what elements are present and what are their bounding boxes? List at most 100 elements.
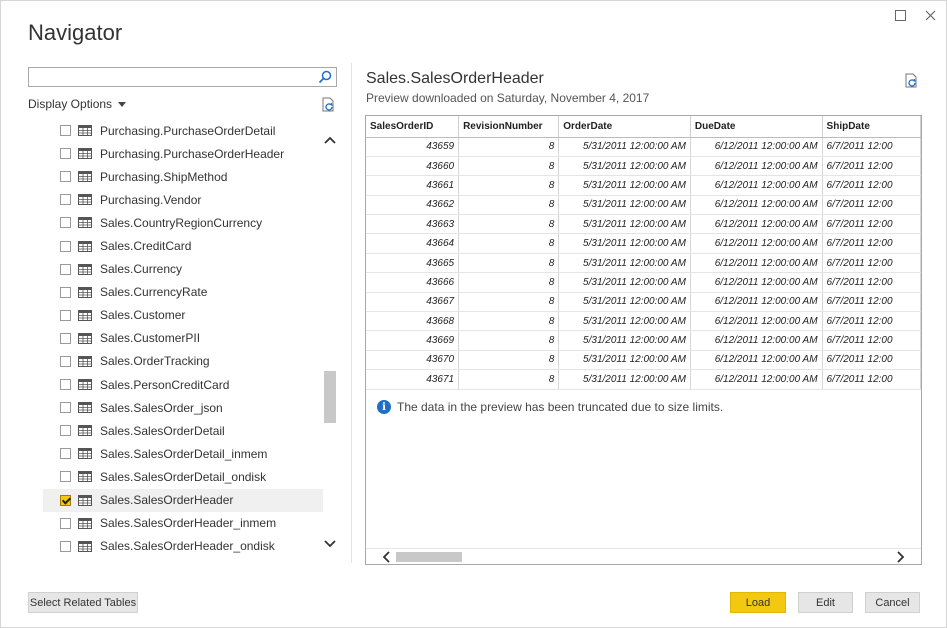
table-cell: 6/12/2011 12:00:00 AM xyxy=(690,311,823,332)
table-cell: 8 xyxy=(458,137,560,157)
table-cell: 6/12/2011 12:00:00 AM xyxy=(690,156,823,177)
window-controls xyxy=(892,7,938,23)
table-list-item-label: Sales.SalesOrderDetail_ondisk xyxy=(100,469,267,484)
table-cell: 43668 xyxy=(366,311,460,332)
table-list-item[interactable]: Sales.SalesOrderHeader_inmem xyxy=(43,512,323,535)
table-cell: 6/12/2011 12:00:00 AM xyxy=(690,350,823,371)
search-icon[interactable] xyxy=(318,70,332,84)
scroll-right-button[interactable] xyxy=(893,549,909,565)
table-cell: 8 xyxy=(458,272,560,293)
column-header[interactable]: ShipDate xyxy=(822,116,921,138)
display-options-dropdown[interactable]: Display Options xyxy=(28,97,127,111)
table-list-item[interactable]: Sales.CurrencyRate xyxy=(43,281,323,304)
checkbox[interactable] xyxy=(60,448,71,460)
refresh-preview-icon[interactable] xyxy=(904,73,920,89)
scroll-thumb[interactable] xyxy=(324,371,336,423)
pane-divider[interactable] xyxy=(351,63,352,563)
table-icon xyxy=(78,540,92,552)
scroll-left-button[interactable] xyxy=(378,549,394,565)
maximize-button[interactable] xyxy=(892,7,908,23)
checkbox[interactable] xyxy=(60,332,71,344)
scroll-up-button[interactable] xyxy=(323,133,337,147)
table-cell: 5/31/2011 12:00:00 AM xyxy=(558,214,691,235)
horizontal-scrollbar[interactable] xyxy=(366,548,921,564)
table-cell: 8 xyxy=(458,233,560,254)
table-icon xyxy=(78,379,92,391)
table-cell: 6/7/2011 12:00 xyxy=(822,214,921,235)
table-list-item[interactable]: Sales.PersonCreditCard xyxy=(43,373,323,396)
checkbox[interactable] xyxy=(60,194,71,206)
table-list-item[interactable]: Sales.CountryRegionCurrency xyxy=(43,211,323,234)
vertical-scrollbar[interactable] xyxy=(323,119,337,565)
checkbox[interactable] xyxy=(60,263,71,275)
cancel-button[interactable]: Cancel xyxy=(865,592,920,613)
checkbox[interactable] xyxy=(60,379,71,391)
table-icon xyxy=(78,263,92,275)
checkbox[interactable] xyxy=(60,494,71,506)
table-list-item[interactable]: Sales.SalesOrderDetail_ondisk xyxy=(43,465,323,488)
checkbox[interactable] xyxy=(60,540,71,552)
search-input[interactable] xyxy=(29,68,313,86)
load-button[interactable]: Load xyxy=(730,592,786,613)
table-list-item[interactable]: Sales.Customer xyxy=(43,304,323,327)
window-title: Navigator xyxy=(28,20,123,45)
table-list-item[interactable]: Sales.SalesOrderHeader xyxy=(43,488,323,512)
table-cell: 8 xyxy=(458,253,560,274)
table-list-item[interactable]: Sales.CreditCard xyxy=(43,234,323,257)
checkbox[interactable] xyxy=(60,355,71,367)
scroll-down-button[interactable] xyxy=(323,537,337,551)
checkbox[interactable] xyxy=(60,517,71,529)
table-list-item[interactable]: Sales.SalesOrderDetail xyxy=(43,419,323,442)
select-related-tables-button[interactable]: Select Related Tables xyxy=(28,592,138,613)
checkbox[interactable] xyxy=(60,471,71,483)
table-list-item[interactable]: Purchasing.ShipMethod xyxy=(43,165,323,188)
table-cell: 8 xyxy=(458,292,560,313)
info-icon: i xyxy=(377,400,391,414)
checkbox[interactable] xyxy=(60,148,71,160)
table-cell: 8 xyxy=(458,175,560,196)
chevron-right-icon xyxy=(897,551,905,563)
column-header[interactable]: DueDate xyxy=(690,116,823,138)
table-list-item[interactable]: Sales.SalesOrderDetail_inmem xyxy=(43,442,323,465)
table-list-item[interactable]: Purchasing.Vendor xyxy=(43,188,323,211)
table-icon xyxy=(78,355,92,367)
table-icon xyxy=(78,194,92,206)
table-icon xyxy=(78,517,92,529)
table-list-item[interactable]: Sales.OrderTracking xyxy=(43,350,323,373)
table-cell: 5/31/2011 12:00:00 AM xyxy=(558,195,691,216)
column-header[interactable]: RevisionNumber xyxy=(458,116,560,138)
column-header[interactable]: SalesOrderID xyxy=(366,116,460,138)
table-cell: 6/7/2011 12:00 xyxy=(822,350,921,371)
table-list-item[interactable]: Purchasing.PurchaseOrderDetail xyxy=(43,119,323,142)
checkbox[interactable] xyxy=(60,286,71,298)
table-icon xyxy=(78,494,92,506)
table-list-item[interactable]: Sales.Currency xyxy=(43,258,323,281)
table-list-item[interactable]: Purchasing.PurchaseOrderHeader xyxy=(43,142,323,165)
checkbox[interactable] xyxy=(60,240,71,252)
checkbox[interactable] xyxy=(60,171,71,183)
table-list-item[interactable]: Sales.SalesOrder_json xyxy=(43,396,323,419)
table-list-item-label: Sales.SalesOrder_json xyxy=(100,400,223,415)
h-scroll-thumb[interactable] xyxy=(396,552,462,562)
checkbox[interactable] xyxy=(60,309,71,321)
checkbox[interactable] xyxy=(60,402,71,414)
checkbox[interactable] xyxy=(60,217,71,229)
table-list-item[interactable]: Sales.SalesOrderHeader_ondisk xyxy=(43,535,323,558)
close-button[interactable] xyxy=(922,7,938,23)
checkbox[interactable] xyxy=(60,125,71,137)
table-cell: 6/12/2011 12:00:00 AM xyxy=(690,137,823,157)
truncation-notice: i The data in the preview has been trunc… xyxy=(377,400,723,414)
table-list-item-label: Sales.SalesOrderDetail xyxy=(100,423,225,438)
checkbox[interactable] xyxy=(60,425,71,437)
column-header[interactable]: OrderDate xyxy=(558,116,691,138)
preview-grid: SalesOrderID RevisionNumber OrderDate DueDa… xyxy=(365,115,922,565)
table-cell: 8 xyxy=(458,156,560,177)
preview-title: Sales.SalesOrderHeader xyxy=(366,70,544,87)
table-icon xyxy=(78,286,92,298)
table-cell: 5/31/2011 12:00:00 AM xyxy=(558,253,691,274)
search-box[interactable] xyxy=(28,67,337,87)
table-list-item[interactable]: Sales.CustomerPII xyxy=(43,327,323,350)
refresh-icon[interactable] xyxy=(321,97,337,113)
table-row: 43670 8 5/31/2011 12:00:00 AM 6/12/2011 12:… xyxy=(366,350,921,371)
edit-button[interactable]: Edit xyxy=(798,592,853,613)
